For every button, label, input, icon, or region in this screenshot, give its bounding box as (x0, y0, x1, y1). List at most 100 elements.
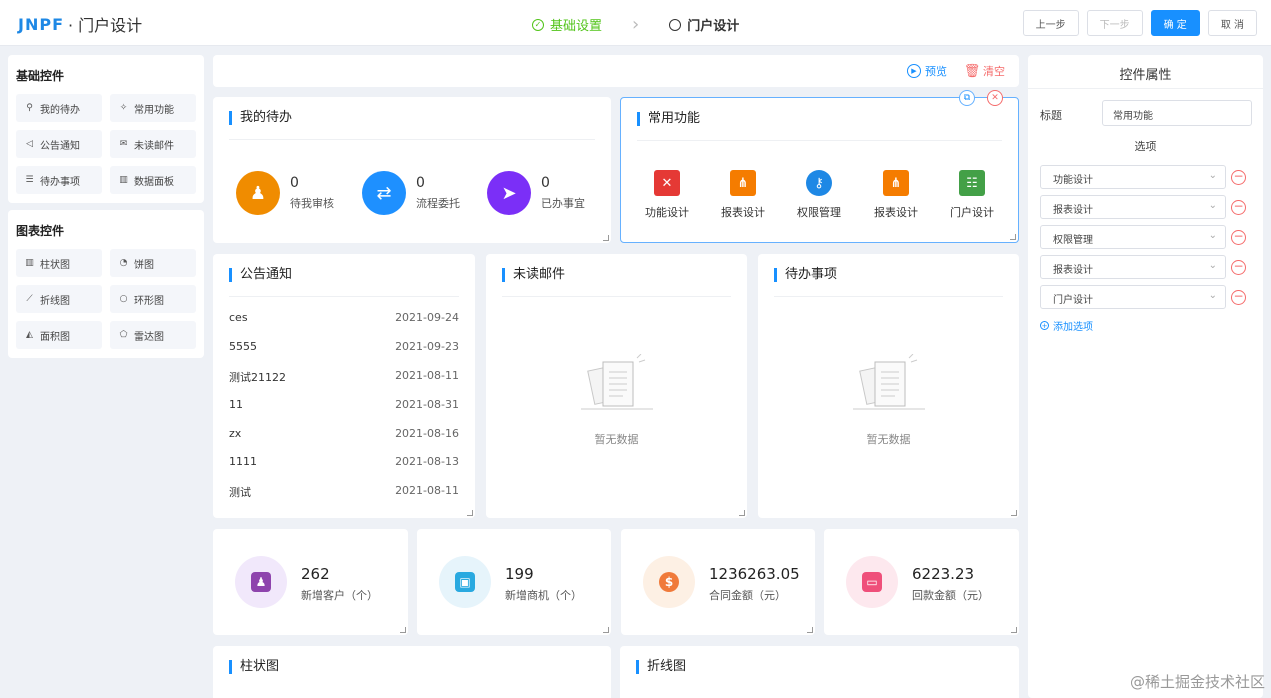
todo-items-card[interactable]: 待办事项 暂无数据 (758, 254, 1019, 518)
notice-row[interactable]: 11 2021-08-31 (229, 398, 459, 414)
func-item[interactable]: ✕ 功能设计 (637, 170, 697, 220)
preview-button[interactable]: ▶ 预览 (907, 63, 947, 79)
todo-done[interactable]: ➤ 0 已办事宜 (487, 171, 585, 215)
notice-name: zx (229, 427, 242, 440)
resize-handle[interactable] (739, 510, 745, 516)
divider (229, 296, 459, 297)
remove-option-icon[interactable]: − (1231, 170, 1246, 185)
control-common-functions[interactable]: ✧ 常用功能 (110, 94, 196, 122)
func-item[interactable]: ⋔ 报表设计 (713, 170, 773, 220)
trash-icon: 🗑 (963, 63, 981, 79)
basic-controls-panel: 基础控件 ⚲ 我的待办 ✧ 常用功能 ◁ 公告通知 ✉ 未读邮件 ☰ 待办事项 ▥ 数据面板 (8, 55, 204, 203)
design-icon: ✕ (654, 170, 680, 196)
remove-option-icon[interactable]: − (1231, 290, 1246, 305)
mail-icon: ✉ (119, 139, 128, 149)
todo-label: 待我审核 (290, 197, 334, 210)
step-portal-design[interactable]: 门户设计 (669, 15, 739, 34)
plus-circle-icon: + (1040, 321, 1049, 330)
stat-contract-amount[interactable]: $ 1236263.05 合同金额（元） (621, 529, 815, 635)
notice-row[interactable]: 5555 2021-09-23 (229, 340, 459, 356)
line-chart-card[interactable]: 折线图 (620, 646, 1019, 698)
stat-new-opportunities[interactable]: ▣ 199 新增商机（个） (417, 529, 611, 635)
stat-new-customers[interactable]: ♟ 262 新增客户（个） (213, 529, 408, 635)
todo-pending-review[interactable]: ♟ 0 待我审核 (236, 171, 334, 215)
add-option-button[interactable]: + 添加选项 (1040, 318, 1093, 333)
resize-handle[interactable] (603, 235, 609, 241)
func-item[interactable]: ⋔ 报表设计 (866, 170, 926, 220)
clear-label: 清空 (983, 65, 1005, 78)
control-notice[interactable]: ◁ 公告通知 (16, 130, 102, 158)
resize-handle[interactable] (400, 627, 406, 633)
resize-handle[interactable] (603, 627, 609, 633)
star-icon: ✧ (119, 103, 128, 113)
watermark: @稀土掘金技术社区 (1129, 673, 1265, 691)
resize-handle[interactable] (807, 627, 813, 633)
notice-row[interactable]: ces 2021-09-24 (229, 311, 459, 327)
todo-label: 流程委托 (416, 197, 460, 210)
remove-option-icon[interactable]: − (1231, 230, 1246, 245)
func-item[interactable]: ☷ 门户设计 (942, 170, 1002, 220)
next-step-button[interactable]: 下一步 (1086, 10, 1143, 36)
prev-step-button[interactable]: 上一步 (1022, 10, 1079, 36)
control-line-chart[interactable]: ⟋ 折线图 (16, 285, 102, 313)
notice-card[interactable]: 公告通知 ces 2021-09-24 5555 2021-09-23 测试2112… (213, 254, 475, 518)
cancel-button[interactable]: 取 消 (1207, 10, 1257, 36)
control-unread-mail[interactable]: ✉ 未读邮件 (110, 130, 196, 158)
clear-button[interactable]: 🗑 清空 (963, 63, 1005, 79)
notice-card-title: 公告通知 (229, 268, 292, 282)
notice-row[interactable]: 测试 2021-08-11 (229, 484, 459, 500)
common-card-title: 常用功能 (637, 112, 700, 126)
step-basic-settings[interactable]: ✓ 基础设置 (532, 15, 602, 34)
option-select[interactable]: 功能设计 ⌄ (1040, 165, 1226, 189)
stat-payment-amount[interactable]: ▭ 6223.23 回款金额（元） (824, 529, 1019, 635)
control-bar-chart[interactable]: ▥ 柱状图 (16, 249, 102, 277)
line-chart-icon: ⟋ (26, 294, 33, 304)
control-label: 公告通知 (40, 140, 80, 152)
unread-mail-card[interactable]: 未读邮件 暂无数据 (486, 254, 747, 518)
card-icon: ▭ (846, 556, 898, 608)
empty-label: 暂无数据 (866, 433, 911, 446)
stamp-icon: ♟ (236, 171, 280, 215)
resize-handle[interactable] (1011, 510, 1017, 516)
empty-state-icon (758, 353, 1019, 417)
notice-row[interactable]: 测试21122 2021-08-11 (229, 369, 459, 385)
mail-card-title: 未读邮件 (502, 268, 565, 282)
control-ring-chart[interactable]: ○ 环形图 (110, 285, 196, 313)
options-title: 选项 (1134, 140, 1157, 153)
divider (502, 296, 731, 297)
confirm-button[interactable]: 确 定 (1150, 10, 1200, 36)
option-select[interactable]: 权限管理 ⌄ (1040, 225, 1226, 249)
common-functions-card[interactable]: 常用功能 ⧉ ✕ ✕ 功能设计 ⋔ 报表设计 ⚷ 权限管理 ⋔ 报表设计 ☷ 门… (620, 90, 1019, 243)
chevron-down-icon: ⌄ (1208, 290, 1217, 301)
resize-handle[interactable] (467, 510, 473, 516)
option-value: 门户设计 (1053, 295, 1093, 306)
chart-controls-panel: 图表控件 ▥ 柱状图 ◔ 饼图 ⟋ 折线图 ○ 环形图 ◭ 面积图 ⬠ 雷达图 (8, 210, 204, 358)
option-value: 报表设计 (1053, 205, 1093, 216)
control-data-panel[interactable]: ▥ 数据面板 (110, 166, 196, 194)
todo-count: 0 (416, 175, 425, 191)
briefcase-icon: ▣ (439, 556, 491, 608)
delete-icon[interactable]: ✕ (987, 90, 1003, 106)
option-select[interactable]: 报表设计 ⌄ (1040, 255, 1226, 279)
control-my-todo[interactable]: ⚲ 我的待办 (16, 94, 102, 122)
title-input[interactable]: 常用功能 (1102, 100, 1252, 126)
notice-row[interactable]: zx 2021-08-16 (229, 427, 459, 443)
resize-handle[interactable] (1011, 627, 1017, 633)
control-pie-chart[interactable]: ◔ 饼图 (110, 249, 196, 277)
control-area-chart[interactable]: ◭ 面积图 (16, 321, 102, 349)
option-select[interactable]: 门户设计 ⌄ (1040, 285, 1226, 309)
control-todo-items[interactable]: ☰ 待办事项 (16, 166, 102, 194)
bar-chart-card[interactable]: 柱状图 (213, 646, 611, 698)
remove-option-icon[interactable]: − (1231, 200, 1246, 215)
resize-handle[interactable] (1010, 234, 1016, 240)
control-radar-chart[interactable]: ⬠ 雷达图 (110, 321, 196, 349)
notice-name: 1111 (229, 455, 257, 468)
pie-chart-icon: ◔ (119, 258, 128, 268)
notice-row[interactable]: 1111 2021-08-13 (229, 455, 459, 471)
copy-icon[interactable]: ⧉ (959, 90, 975, 106)
todo-card[interactable]: 我的待办 ♟ 0 待我审核 ⇄ 0 流程委托 ➤ 0 已办事宜 (213, 97, 611, 243)
option-select[interactable]: 报表设计 ⌄ (1040, 195, 1226, 219)
remove-option-icon[interactable]: − (1231, 260, 1246, 275)
todo-delegation[interactable]: ⇄ 0 流程委托 (362, 171, 460, 215)
func-item[interactable]: ⚷ 权限管理 (789, 170, 849, 220)
